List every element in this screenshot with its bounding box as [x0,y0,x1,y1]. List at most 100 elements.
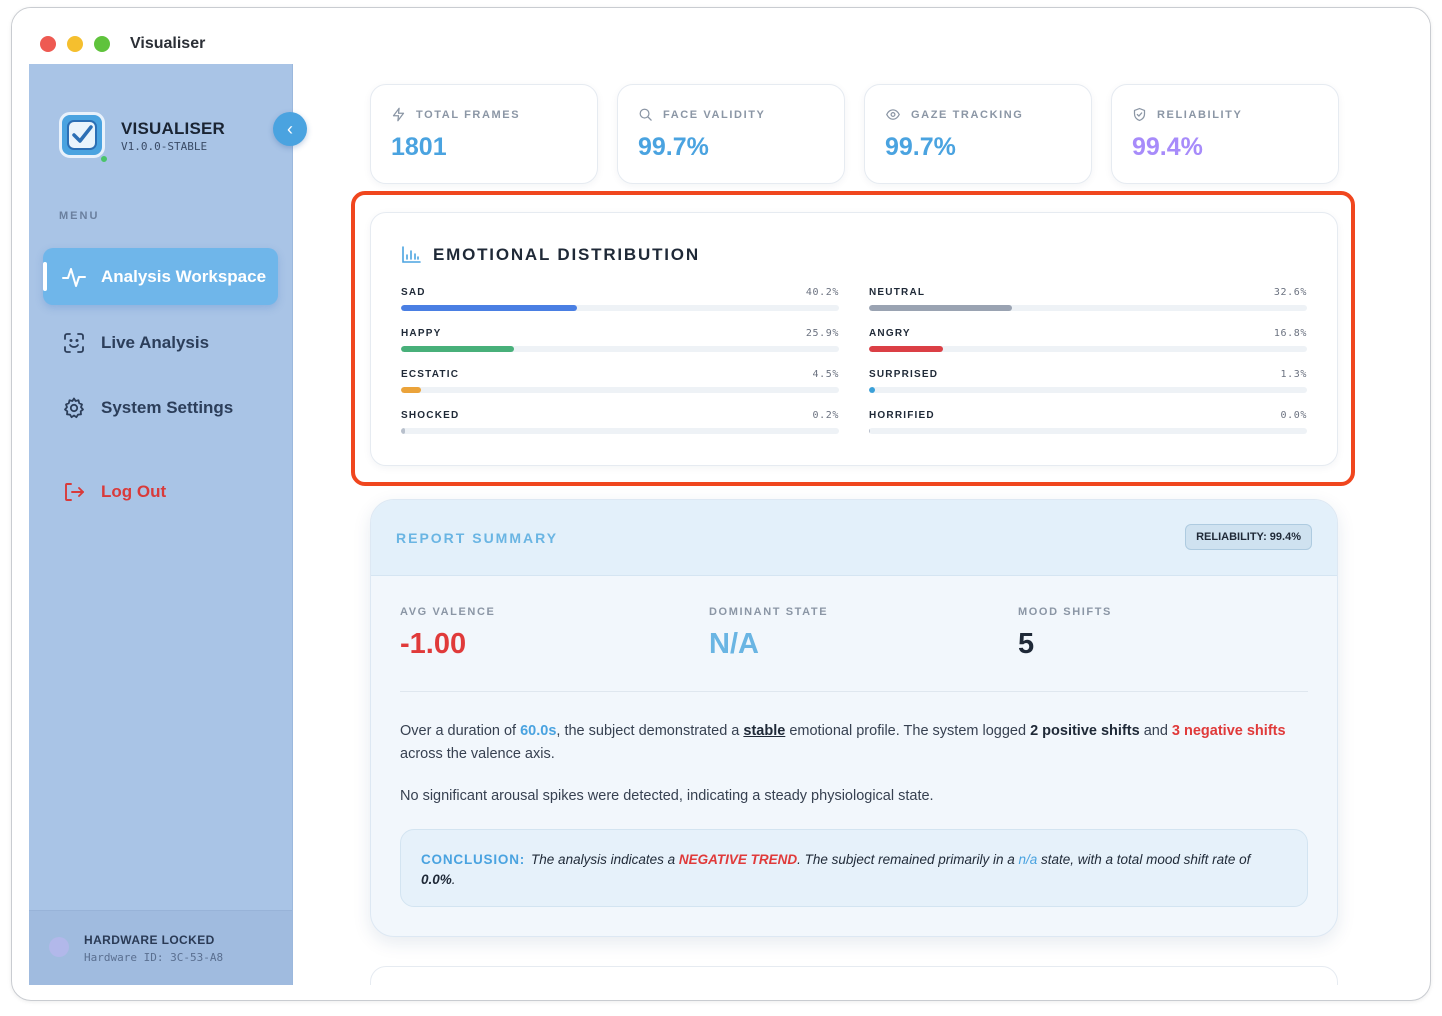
emotion-percent: 40.2% [805,287,839,298]
emotion-bar-fill [869,428,871,434]
bar-chart-icon [401,246,421,264]
brand-name: VISUALISER [121,119,226,138]
sidebar-item-analysis-workspace[interactable]: Analysis Workspace [43,248,278,305]
lightning-icon [391,107,406,122]
close-window-button[interactable] [40,36,56,52]
sidebar-item-live-analysis[interactable]: Live Analysis [43,314,278,371]
eye-icon [885,107,901,122]
emotion-row-neutral: NEUTRAL 32.6% [869,287,1307,321]
emotion-bar-fill [869,346,943,352]
menu-section-label: MENU [59,210,100,222]
reliability-badge: RELIABILITY: 99.4% [1185,524,1312,550]
stat-value-gaze-tracking: 99.7% [885,133,956,161]
emotion-label: HAPPY [401,328,442,339]
emotion-bar-track [869,305,1307,311]
logout-icon [61,479,87,505]
metric-label: MOOD SHIFTS [1018,606,1112,618]
stat-label: GAZE TRACKING [885,107,1023,122]
minimize-window-button[interactable] [67,36,83,52]
emotional-distribution-title: EMOTIONAL DISTRIBUTION [401,245,700,265]
face-scan-icon [61,330,87,356]
emotion-row-angry: ANGRY 16.8% [869,328,1307,362]
sidebar-item-label: System Settings [101,397,234,417]
metric-value: -1.00 [400,628,467,660]
hardware-lock-panel: HARDWARE LOCKED Hardware ID: 3C-53-A8 [29,910,292,985]
metric-value: 5 [1018,628,1035,660]
report-summary-card: REPORT SUMMARY RELIABILITY: 99.4% AVG VA… [370,499,1338,937]
stat-label-text: RELIABILITY [1157,108,1243,121]
stat-label-text: GAZE TRACKING [911,108,1024,121]
report-summary-paragraph: Over a duration of 60.0s, the subject de… [400,720,1310,766]
text: . The subject remained primarily in a [797,852,1019,867]
sidebar-item-system-settings[interactable]: System Settings [43,379,278,436]
stat-label: RELIABILITY [1132,107,1242,122]
emotion-row-happy: HAPPY 25.9% [401,328,839,362]
report-summary-header: REPORT SUMMARY RELIABILITY: 99.4% [371,500,1337,576]
text: emotional profile. The system logged [785,723,1031,739]
negative-shifts-value: 3 negative shifts [1171,723,1286,739]
conclusion-box: CONCLUSION: The analysis indicates a NEGA… [400,829,1308,907]
report-summary-title: REPORT SUMMARY [396,530,559,546]
emotion-label: NEUTRAL [869,287,926,298]
emotion-bar-fill [401,428,405,434]
sidebar-collapse-button[interactable]: ‹ [273,112,307,146]
emotion-bar-fill [869,305,1012,311]
stat-label: FACE VALIDITY [638,107,766,122]
text: Over a duration of [400,723,521,739]
stability-value: stable [743,723,786,739]
emotion-label: ECSTATIC [401,369,460,380]
stat-value-total-frames: 1801 [391,133,447,161]
chevron-left-icon: ‹ [287,119,293,139]
divider [400,691,1308,692]
stat-value-reliability: 99.4% [1132,133,1203,161]
shield-check-icon [1132,107,1147,122]
metric-mood-shifts: MOOD SHIFTS 5 [1018,606,1318,661]
logout-button[interactable]: Log Out [43,463,278,520]
emotion-bar-track [401,428,839,434]
sidebar-item-label: Analysis Workspace [101,266,267,286]
metric-dominant-state: DOMINANT STATE N/A [709,606,1009,661]
hardware-id: Hardware ID: 3C-53-A8 [84,951,224,964]
main-content: TOTAL FRAMES 1801 FACE VALIDITY 99.7% GA… [293,64,1413,985]
emotional-distribution-title-text: EMOTIONAL DISTRIBUTION [433,245,700,264]
emotion-label: HORRIFIED [869,410,935,421]
activity-icon [61,264,87,290]
check-logo-icon [67,120,97,150]
metric-label: AVG VALENCE [400,606,496,618]
stat-card-gaze-tracking: GAZE TRACKING 99.7% [864,84,1092,184]
app-logo [59,112,105,158]
emotion-percent: 0.0% [1280,410,1307,421]
gear-icon [61,395,87,421]
text: across the valence axis. [400,746,555,762]
stat-label-text: FACE VALIDITY [663,108,766,121]
text: and [1139,723,1172,739]
sidebar-item-label: Live Analysis [101,332,210,352]
emotion-row-surprised: SURPRISED 1.3% [869,369,1307,403]
hardware-lock-title: HARDWARE LOCKED [84,933,215,947]
stat-card-reliability: RELIABILITY 99.4% [1111,84,1339,184]
online-status-dot [99,154,109,164]
maximize-window-button[interactable] [94,36,110,52]
stat-label: TOTAL FRAMES [391,107,520,122]
text: state, with a total mood shift rate of [1037,852,1251,867]
metric-value: N/A [709,628,759,660]
emotion-bar-track [401,387,839,393]
text: , the subject demonstrated a [556,723,744,739]
emotion-percent: 16.8% [1273,328,1307,339]
trend-value: NEGATIVE TREND [678,852,798,867]
emotion-label: SAD [401,287,426,298]
logout-label: Log Out [101,481,167,501]
arousal-paragraph: No significant arousal spikes were detec… [400,788,934,804]
mood-shift-rate-value: 0.0% [421,872,452,887]
emotion-percent: 0.2% [812,410,839,421]
emotion-bar-track [869,346,1307,352]
state-value: n/a [1018,852,1038,867]
emotion-row-ecstatic: ECSTATIC 4.5% [401,369,839,403]
emotion-bar-track [869,428,1307,434]
stat-label-text: TOTAL FRAMES [416,108,521,121]
app-version: V1.0.0-STABLE [121,140,208,153]
duration-value: 60.0s [520,723,557,739]
stat-card-total-frames: TOTAL FRAMES 1801 [370,84,598,184]
emotion-bar-track [401,305,839,311]
emotion-row-sad: SAD 40.2% [401,287,839,321]
